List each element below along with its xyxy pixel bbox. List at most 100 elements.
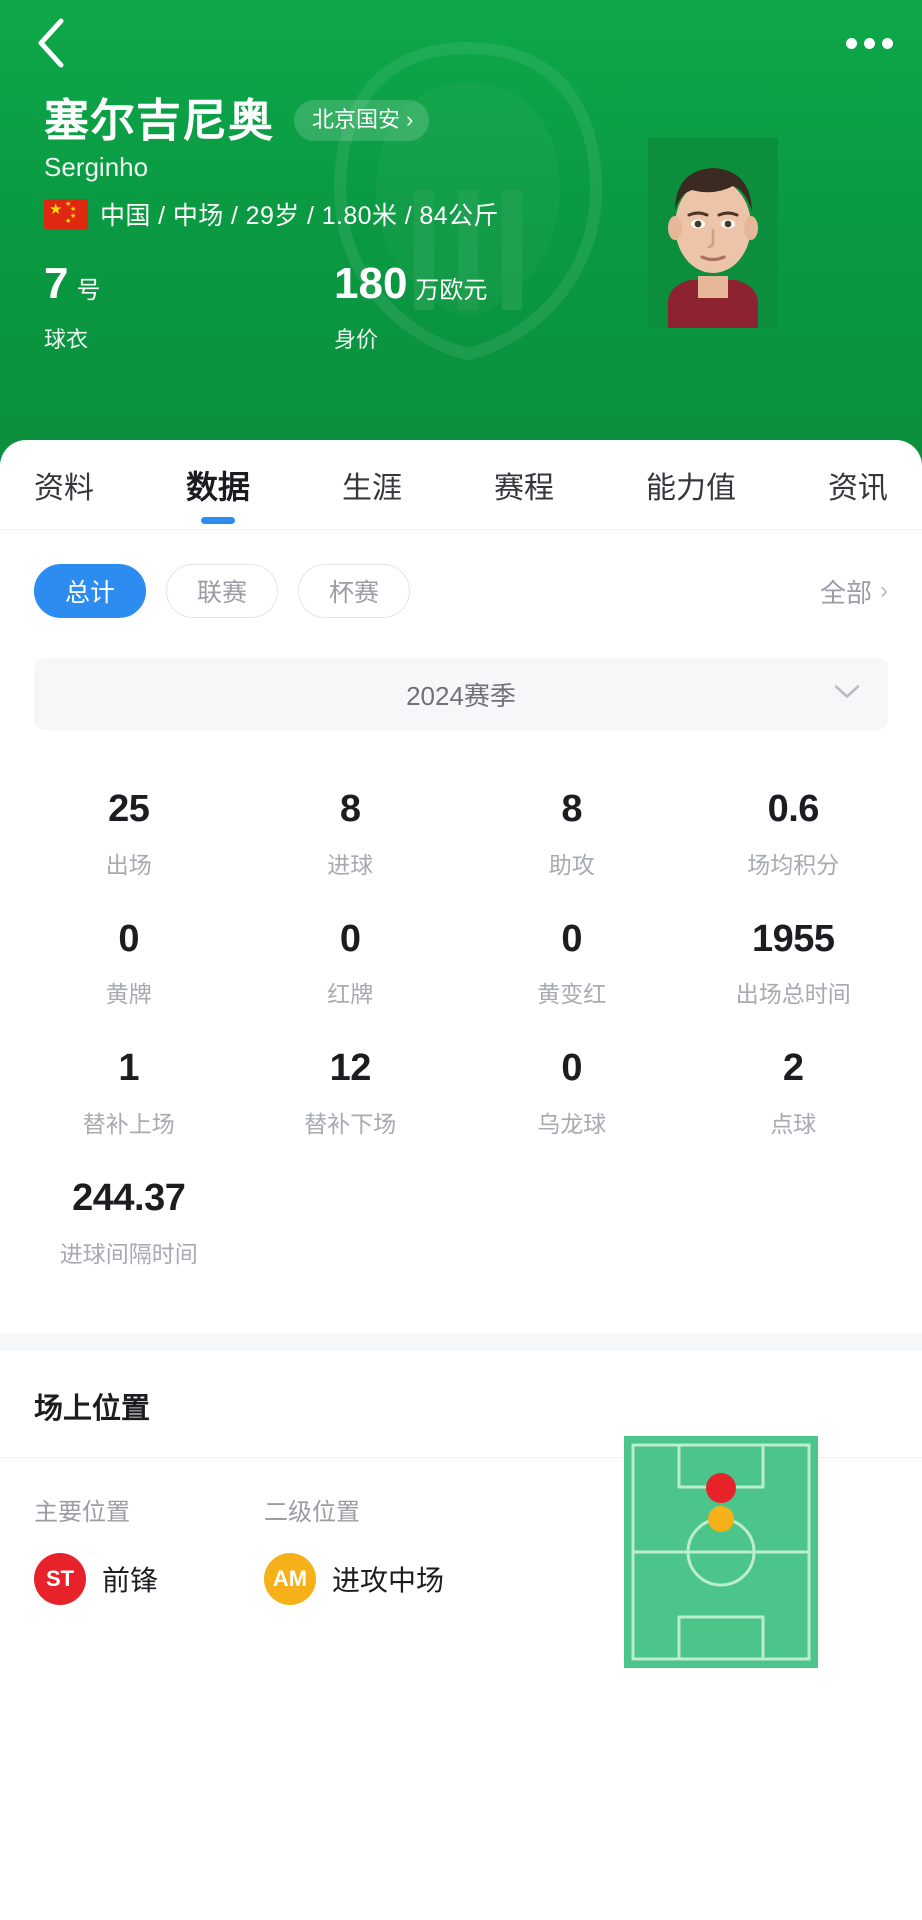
season-label: 2024赛季 [406,680,516,711]
stat-cell-empty [461,1161,683,1291]
stat-value: 1 [118,1047,140,1090]
stat-label: 黄牌 [105,981,152,1008]
chevron-down-icon [834,684,860,705]
team-chip-button[interactable]: 北京国安 › [294,100,430,141]
chevron-right-icon: › [880,577,888,604]
filter-pill-league[interactable]: 联赛 [166,564,279,618]
stat-label: 出场总时间 [735,981,851,1008]
stat-label: 助攻 [548,851,595,878]
kpi-unit: 万欧元 [415,277,488,304]
team-name-label: 北京国安 [312,107,401,132]
filter-pill-label: 杯赛 [329,579,380,607]
stat-cell: 25 出场 [18,772,240,902]
player-meta-text: 中国 / 中场 / 29岁 / 1.80米 / 84公斤 [100,202,499,230]
tab-label: 资讯 [827,471,888,505]
kpi-value: 180 [334,259,408,308]
player-profile-screen: 塞尔吉尼奥 北京国安 › Serginho ★ ★ ★ ★ ★ 中国 / 中场 … [0,0,922,1920]
tab-profile[interactable]: 资料 [30,453,98,525]
player-identity-row: 塞尔吉尼奥 北京国安 › [44,95,430,146]
primary-position-name: 前锋 [102,1564,159,1596]
stat-value: 8 [561,788,583,830]
stat-value: 0.6 [767,788,820,830]
stat-cell: 8 进球 [240,772,462,902]
kpi-label: 球衣 [44,327,89,352]
player-alias: Serginho [44,152,149,182]
filter-pill-cup[interactable]: 杯赛 [298,564,411,618]
stat-label: 出场 [105,851,152,878]
more-dot [881,37,893,49]
back-button[interactable] [22,14,80,72]
secondary-position-dot [708,1505,734,1532]
more-dot [845,37,857,49]
stat-label: 黄变红 [537,981,607,1008]
stat-cell: 244.37 进球间隔时间 [18,1161,240,1291]
stat-cell: 1955 出场总时间 [683,902,905,1032]
stat-cell: 0 乌龙球 [461,1031,683,1161]
top-navbar [0,0,922,92]
kpi-market-value: 180 万欧元 身价 [334,262,624,354]
stat-value: 0 [561,917,583,960]
flag-star-large: ★ [49,201,63,218]
filter-pill-label: 总计 [65,579,116,607]
stat-cell: 2 点球 [683,1031,905,1161]
tab-label: 资料 [34,471,94,505]
player-kpi-row: 7 号 球衣 180 万欧元 身价 [44,262,624,354]
flag-star-small: ★ [65,218,72,225]
position-badge-am: AM [264,1552,316,1605]
stat-label: 点球 [770,1111,817,1138]
competition-filter-row: 总计 联赛 杯赛 全部 › [0,530,922,618]
stat-value: 2 [782,1047,804,1090]
chevron-right-icon: › [406,107,414,132]
filter-pill-label: 联赛 [197,579,248,607]
stat-label: 进球 [327,851,374,878]
chevron-left-icon [38,18,64,68]
secondary-position-heading: 二级位置 [264,1498,360,1526]
primary-position-heading: 主要位置 [34,1498,130,1526]
tab-fixtures[interactable]: 赛程 [490,453,558,525]
stat-label: 替补上场 [82,1111,175,1138]
stat-label: 红牌 [327,981,374,1008]
profile-hero-header: 塞尔吉尼奥 北京国安 › Serginho ★ ★ ★ ★ ★ 中国 / 中场 … [0,0,922,466]
secondary-position-column: 二级位置 AM 进攻中场 [264,1492,494,1605]
kpi-unit: 号 [76,277,101,304]
stat-label: 乌龙球 [537,1111,607,1138]
secondary-position-name: 进攻中场 [332,1564,445,1596]
stat-value: 244.37 [72,1177,186,1220]
stat-cell-empty [683,1161,905,1291]
tab-news[interactable]: 资讯 [824,453,892,525]
stat-value: 12 [329,1047,372,1090]
stat-value: 0 [339,917,361,960]
filter-pill-total[interactable]: 总计 [34,564,147,618]
kpi-value: 7 [44,259,69,308]
position-badge-st: ST [34,1552,86,1605]
stat-cell: 0 黄牌 [18,902,240,1032]
primary-position-column: 主要位置 ST 前锋 [34,1492,264,1605]
stat-value: 1955 [751,917,835,960]
stat-cell: 1 替补上场 [18,1031,240,1161]
player-name: 塞尔吉尼奥 [44,95,275,146]
tab-data[interactable]: 数据 [182,452,254,526]
china-flag-icon: ★ ★ ★ ★ ★ [44,199,88,229]
primary-position-dot [706,1472,736,1503]
stat-cell: 0.6 场均积分 [683,772,905,902]
player-meta-row: ★ ★ ★ ★ ★ 中国 / 中场 / 29岁 / 1.80米 / 84公斤 [44,196,499,232]
stat-cell: 12 替补下场 [240,1031,462,1161]
stat-value: 8 [339,788,361,830]
section-divider [0,1332,922,1351]
view-all-label: 全部 [819,577,872,608]
stat-cell-empty [240,1161,462,1291]
season-selector[interactable]: 2024赛季 [34,658,888,730]
pitch-diagram [624,1435,818,1673]
tab-label: 赛程 [493,471,554,505]
tab-ability[interactable]: 能力值 [642,453,740,525]
position-section-body: 主要位置 ST 前锋 二级位置 AM 进攻中场 [0,1435,922,1728]
kpi-shirt-number: 7 号 球衣 [44,262,334,354]
tab-career[interactable]: 生涯 [338,453,406,525]
primary-position-entry: ST 前锋 [34,1552,264,1605]
tab-label: 数据 [185,468,250,505]
tab-bar: 资料 数据 生涯 赛程 能力值 资讯 [0,440,922,530]
more-options-button[interactable] [838,20,900,66]
view-all-button[interactable]: 全部 › [820,573,892,610]
tab-label: 生涯 [341,471,402,505]
stats-grid: 25 出场 8 进球 8 助攻 0.6 场均积分 0 黄牌 0 红牌 0 黄变红… [0,730,922,1299]
